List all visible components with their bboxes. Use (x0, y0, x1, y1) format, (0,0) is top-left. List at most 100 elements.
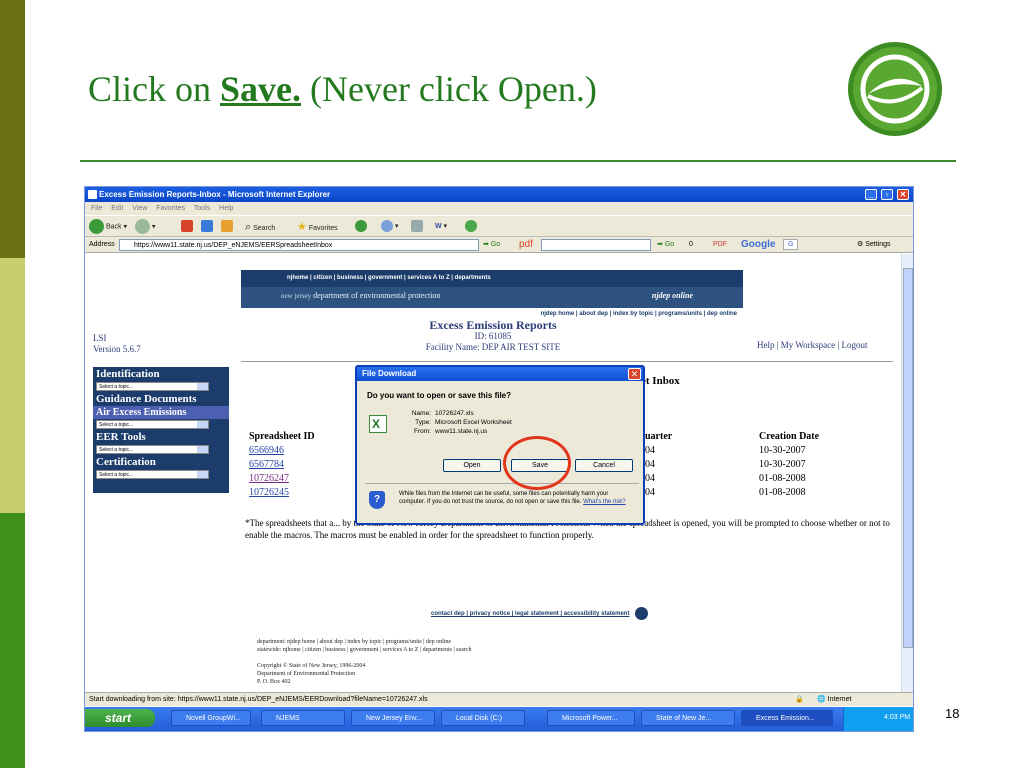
ie-icon (88, 190, 97, 199)
creation-date-column: Creation Date 10-30-2007 10-30-2007 01-0… (759, 430, 819, 500)
lsi-block: LSI Version 5.6.7 (93, 333, 141, 355)
browser-screenshot: Excess Emission Reports-Inbox - Microsof… (84, 186, 914, 732)
site-state: new jersey (281, 292, 312, 300)
word-button[interactable]: W ▾ (435, 219, 447, 235)
print-button[interactable] (411, 219, 425, 235)
search-button[interactable]: ⌕ Search (245, 219, 275, 235)
identification-select[interactable]: Select a topic... (96, 382, 209, 391)
vertical-scrollbar[interactable] (901, 254, 913, 692)
certification-select[interactable]: Select a topic... (96, 470, 209, 479)
col-header-date: Creation Date (759, 431, 820, 442)
task-label: NJEMS (276, 715, 300, 722)
footer-link-row[interactable]: contact dep | privacy notice | legal sta… (431, 611, 629, 617)
excel-file-icon (369, 415, 387, 433)
forward-arrow-icon (135, 219, 150, 234)
spreadsheet-link[interactable]: 10726245 (249, 486, 315, 500)
task-local-disk[interactable]: Local Disk (C:) (441, 710, 525, 726)
whats-the-risk-link[interactable]: What's the risk? (583, 499, 626, 505)
refresh-button[interactable] (201, 219, 215, 235)
pdf-button[interactable]: PDF (713, 237, 727, 253)
google-search-input[interactable]: G (783, 239, 799, 250)
favorites-button[interactable]: ★ Favorites (297, 219, 338, 235)
eer-tools-select[interactable]: Select a topic... (96, 445, 209, 454)
spreadsheet-link[interactable]: 6567784 (249, 458, 315, 472)
minimize-button[interactable]: _ (865, 189, 877, 200)
task-label: State of New Je... (656, 715, 712, 722)
warning-text: While files from the Internet can be use… (399, 491, 609, 505)
close-window-button[interactable]: ✕ (897, 189, 909, 200)
back-label: Back (106, 223, 122, 231)
content-divider (241, 361, 893, 362)
mail-button[interactable]: ▾ (381, 219, 399, 235)
account-links[interactable]: Help | My Workspace | Logout (757, 340, 867, 350)
facility-id: ID: 61085 (474, 331, 512, 341)
task-label: New Jersey Env... (366, 715, 422, 722)
title-emphasis: Save. (220, 69, 301, 109)
stop-button[interactable] (181, 219, 195, 235)
dialog-close-button[interactable]: ✕ (628, 368, 641, 380)
quarter-column: uarter 04 04 04 04 (645, 430, 672, 500)
home-button[interactable] (221, 219, 235, 235)
task-label: Excess Emission... (756, 715, 815, 722)
site-banner: new jersey department of environmental p… (241, 287, 743, 308)
history-button[interactable] (355, 219, 369, 235)
title-suffix: (Never click Open.) (310, 69, 597, 109)
cancel-button[interactable]: Cancel (575, 459, 633, 472)
quarter-cell: 04 (645, 445, 655, 456)
settings-button[interactable]: ⚙ Settings (857, 237, 891, 253)
menu-edit[interactable]: Edit (111, 205, 123, 212)
task-groupwise[interactable]: Novell GroupWi... (171, 710, 251, 726)
open-button[interactable]: Open (443, 459, 501, 472)
menu-view[interactable]: View (132, 205, 147, 212)
name-label: Name: (411, 410, 431, 417)
task-powerpoint[interactable]: Microsoft Power... (547, 710, 635, 726)
dialog-title: File Download (357, 367, 643, 381)
task-excess-emission[interactable]: Excess Emission... (741, 710, 833, 726)
file-download-dialog: File Download ✕ Do you want to open or s… (355, 365, 645, 525)
file-name: 10726247.xls (435, 410, 474, 417)
footer-address: P. O. Box 402 (257, 679, 291, 685)
scroll-thumb[interactable] (903, 268, 913, 648)
lock-icon: 🔒 (795, 696, 804, 703)
spreadsheet-link[interactable]: 6566946 (249, 444, 315, 458)
messenger-icon (465, 220, 477, 233)
footer-dept-links[interactable]: department: njdep home | about dep | ind… (257, 638, 472, 646)
address-input[interactable]: https://www11.state.nj.us/DEP_eNJEMS/EER… (119, 239, 479, 251)
quarter-cell: 04 (645, 459, 655, 470)
save-highlight-circle (503, 436, 571, 490)
pdf-label: pdf (519, 239, 533, 250)
spreadsheet-link[interactable]: 10726247 (249, 472, 315, 486)
footer-statewide-links[interactable]: statewide: njhome | citizen | business |… (257, 646, 472, 654)
pdf-search-input[interactable] (541, 239, 651, 251)
system-tray: 4:03 PM (843, 707, 913, 731)
go2-button[interactable]: ➡ Go (657, 237, 674, 253)
status-text: Start downloading from site: https://www… (89, 696, 428, 703)
sidebar: Identification Select a topic... Guidanc… (93, 367, 229, 493)
history-icon (355, 220, 367, 233)
menu-tools[interactable]: Tools (194, 205, 210, 212)
go-button[interactable]: ➡ Go (483, 237, 500, 253)
quarter-cell: 04 (645, 473, 655, 484)
messenger-button[interactable] (465, 219, 479, 235)
sidebar-item-air-excess-emissions[interactable]: Air Excess Emissions (93, 406, 229, 419)
copyright: Copyright © State of New Jersey, 1996-20… (257, 663, 366, 669)
task-state-of-new-jersey[interactable]: State of New Je... (641, 710, 735, 726)
menu-help[interactable]: Help (219, 205, 233, 212)
menu-file[interactable]: File (91, 205, 102, 212)
back-button[interactable]: Back ▾ (89, 219, 127, 235)
window-titlebar: Excess Emission Reports-Inbox - Microsof… (85, 187, 913, 202)
address-label: Address (89, 241, 115, 248)
start-label: start (105, 711, 132, 725)
taskbar: start Novell GroupWi... NJEMS New Jersey… (85, 707, 913, 731)
maximize-button[interactable]: ▫ (881, 189, 893, 200)
inbox-title: et Inbox (641, 375, 680, 387)
favorites-label: Favorites (308, 225, 338, 232)
task-new-jersey-env[interactable]: New Jersey Env... (351, 710, 435, 726)
site-top-nav[interactable]: njhome | citizen | business | government… (241, 270, 743, 281)
guidance-select[interactable]: Select a topic... (96, 420, 209, 429)
forward-button[interactable]: ▾ (135, 219, 156, 235)
file-source: www11.state.nj.us (435, 428, 488, 435)
menu-favorites[interactable]: Favorites (156, 205, 185, 212)
task-njems[interactable]: NJEMS (261, 710, 345, 726)
start-button[interactable]: start (85, 709, 155, 727)
